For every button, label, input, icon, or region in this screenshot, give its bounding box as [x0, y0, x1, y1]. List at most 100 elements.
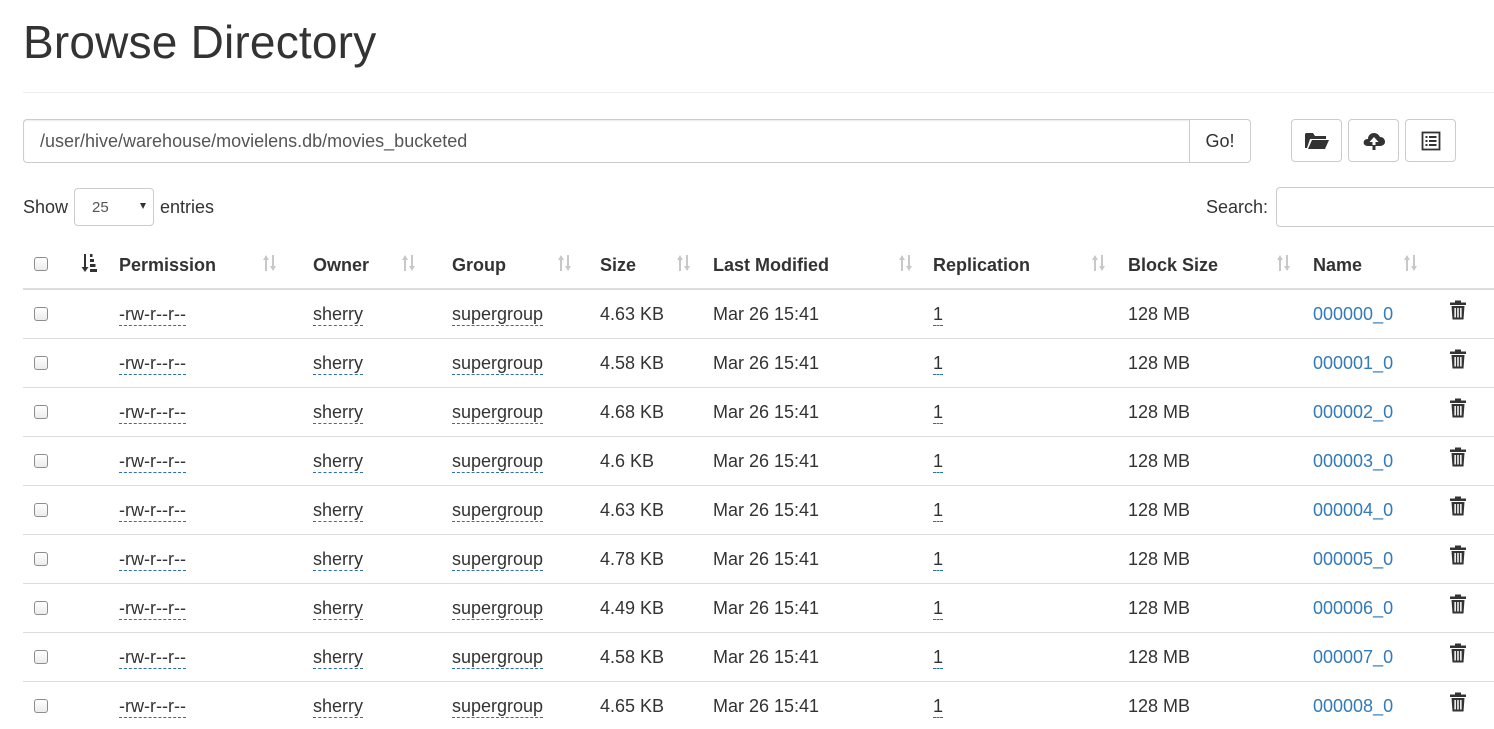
delete-button[interactable] — [1449, 349, 1467, 374]
delete-button[interactable] — [1449, 398, 1467, 423]
row-checkbox[interactable] — [34, 405, 48, 419]
browse-directory-page: Browse Directory Go! — [0, 0, 1494, 729]
file-name-link[interactable]: 000006_0 — [1313, 598, 1393, 618]
owner-cell[interactable]: sherry — [313, 597, 364, 620]
select-all-checkbox[interactable] — [34, 257, 48, 271]
search-input[interactable] — [1276, 187, 1494, 227]
group-cell[interactable]: supergroup — [452, 499, 544, 522]
table-row: -rw-r--r-- sherry supergroup 4.63 KB Mar… — [23, 289, 1494, 339]
entries-per-page-select[interactable]: 25 — [74, 188, 155, 226]
row-spacer — [71, 632, 119, 682]
replication-cell[interactable]: 1 — [933, 548, 944, 571]
file-name-link[interactable]: 000008_0 — [1313, 696, 1393, 716]
file-name-link[interactable]: 000001_0 — [1313, 353, 1393, 373]
owner-cell[interactable]: sherry — [313, 646, 364, 669]
delete-button[interactable] — [1449, 300, 1467, 325]
row-checkbox[interactable] — [34, 454, 48, 468]
group-cell[interactable]: supergroup — [452, 303, 544, 326]
permission-cell[interactable]: -rw-r--r-- — [119, 499, 186, 522]
size-cell: 4.58 KB — [600, 632, 713, 682]
permission-cell[interactable]: -rw-r--r-- — [119, 352, 186, 375]
permission-cell[interactable]: -rw-r--r-- — [119, 548, 186, 571]
row-spacer — [71, 485, 119, 535]
file-name-link[interactable]: 000004_0 — [1313, 500, 1393, 520]
row-spacer — [71, 387, 119, 437]
go-button[interactable]: Go! — [1189, 119, 1251, 163]
permission-cell[interactable]: -rw-r--r-- — [119, 597, 186, 620]
table-row: -rw-r--r-- sherry supergroup 4.58 KB Mar… — [23, 338, 1494, 388]
file-name-link[interactable]: 000002_0 — [1313, 402, 1393, 422]
create-directory-button[interactable] — [1291, 119, 1342, 162]
column-header-block-size[interactable]: Block Size — [1128, 240, 1313, 290]
file-name-link[interactable]: 000000_0 — [1313, 304, 1393, 324]
delete-button[interactable] — [1449, 594, 1467, 619]
replication-cell[interactable]: 1 — [933, 401, 944, 424]
delete-button[interactable] — [1449, 496, 1467, 521]
permission-cell[interactable]: -rw-r--r-- — [119, 695, 186, 718]
column-header-size[interactable]: Size — [600, 240, 713, 290]
column-header-last-modified[interactable]: Last Modified — [713, 240, 933, 290]
table-row: -rw-r--r-- sherry supergroup 4.68 KB Mar… — [23, 387, 1494, 437]
owner-cell[interactable]: sherry — [313, 303, 364, 326]
file-name-link[interactable]: 000003_0 — [1313, 451, 1393, 471]
replication-cell[interactable]: 1 — [933, 303, 944, 326]
column-header-replication[interactable]: Replication — [933, 240, 1128, 290]
permission-cell[interactable]: -rw-r--r-- — [119, 646, 186, 669]
column-header-name[interactable]: Name — [1313, 240, 1438, 290]
delete-button[interactable] — [1449, 643, 1467, 668]
row-spacer — [71, 583, 119, 633]
replication-cell[interactable]: 1 — [933, 646, 944, 669]
group-cell[interactable]: supergroup — [452, 695, 544, 718]
owner-cell[interactable]: sherry — [313, 352, 364, 375]
delete-button[interactable] — [1449, 692, 1467, 717]
trash-icon — [1450, 692, 1466, 711]
actions-header — [1438, 240, 1494, 290]
column-header-owner[interactable]: Owner — [313, 240, 452, 290]
owner-cell[interactable]: sherry — [313, 499, 364, 522]
file-name-link[interactable]: 000007_0 — [1313, 647, 1393, 667]
row-checkbox[interactable] — [34, 601, 48, 615]
group-cell[interactable]: supergroup — [452, 646, 544, 669]
row-checkbox[interactable] — [34, 307, 48, 321]
row-checkbox[interactable] — [34, 552, 48, 566]
select-all-header — [23, 240, 71, 290]
table-row: -rw-r--r-- sherry supergroup 4.49 KB Mar… — [23, 583, 1494, 633]
column-header-permission[interactable]: Permission — [119, 240, 313, 290]
delete-button[interactable] — [1449, 447, 1467, 472]
row-checkbox[interactable] — [34, 650, 48, 664]
block-size-cell: 128 MB — [1128, 681, 1313, 729]
delete-button[interactable] — [1449, 545, 1467, 570]
row-checkbox[interactable] — [34, 356, 48, 370]
owner-cell[interactable]: sherry — [313, 401, 364, 424]
replication-cell[interactable]: 1 — [933, 499, 944, 522]
owner-cell[interactable]: sherry — [313, 548, 364, 571]
group-cell[interactable]: supergroup — [452, 548, 544, 571]
trash-icon — [1450, 398, 1466, 417]
row-checkbox[interactable] — [34, 503, 48, 517]
last-modified-cell: Mar 26 15:41 — [713, 485, 933, 535]
directory-path-input[interactable] — [23, 119, 1189, 163]
sort-default-header[interactable] — [71, 240, 119, 290]
upload-button[interactable] — [1348, 119, 1399, 162]
cut-paste-button[interactable] — [1405, 119, 1456, 162]
row-checkbox[interactable] — [34, 699, 48, 713]
file-name-link[interactable]: 000005_0 — [1313, 549, 1393, 569]
replication-cell[interactable]: 1 — [933, 695, 944, 718]
block-size-cell: 128 MB — [1128, 338, 1313, 388]
group-cell[interactable]: supergroup — [452, 352, 544, 375]
replication-cell[interactable]: 1 — [933, 352, 944, 375]
group-cell[interactable]: supergroup — [452, 450, 544, 473]
owner-cell[interactable]: sherry — [313, 695, 364, 718]
group-cell[interactable]: supergroup — [452, 597, 544, 620]
owner-cell[interactable]: sherry — [313, 450, 364, 473]
permission-cell[interactable]: -rw-r--r-- — [119, 401, 186, 424]
table-row: -rw-r--r-- sherry supergroup 4.65 KB Mar… — [23, 681, 1494, 729]
size-cell: 4.63 KB — [600, 303, 665, 324]
column-header-group[interactable]: Group — [452, 240, 600, 290]
group-cell[interactable]: supergroup — [452, 401, 544, 424]
permission-cell[interactable]: -rw-r--r-- — [119, 450, 186, 473]
table-row: -rw-r--r-- sherry supergroup 4.78 KB Mar… — [23, 534, 1494, 584]
replication-cell[interactable]: 1 — [933, 597, 944, 620]
replication-cell[interactable]: 1 — [933, 450, 944, 473]
permission-cell[interactable]: -rw-r--r-- — [119, 303, 186, 326]
